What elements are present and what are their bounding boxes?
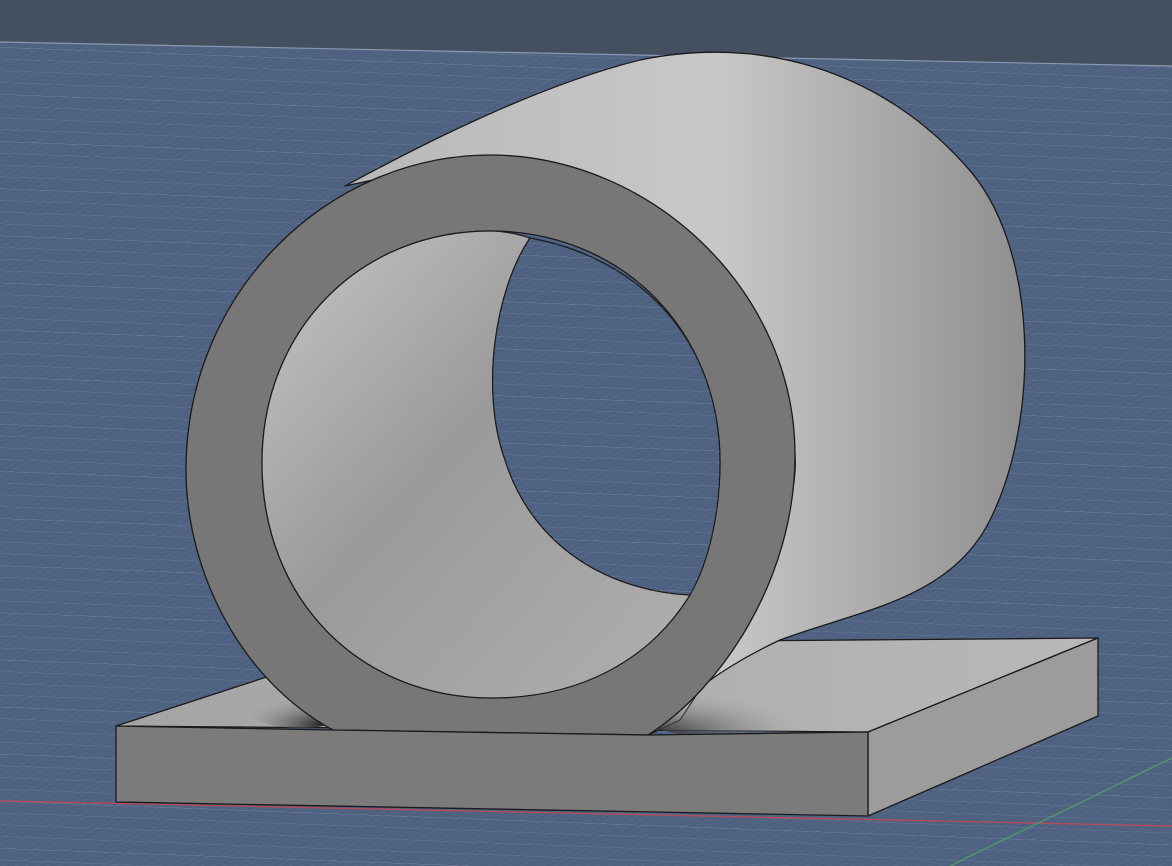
- viewport-canvas[interactable]: [0, 0, 1172, 866]
- base-plate-front-face[interactable]: [115, 725, 869, 817]
- 3d-viewport[interactable]: [0, 0, 1172, 866]
